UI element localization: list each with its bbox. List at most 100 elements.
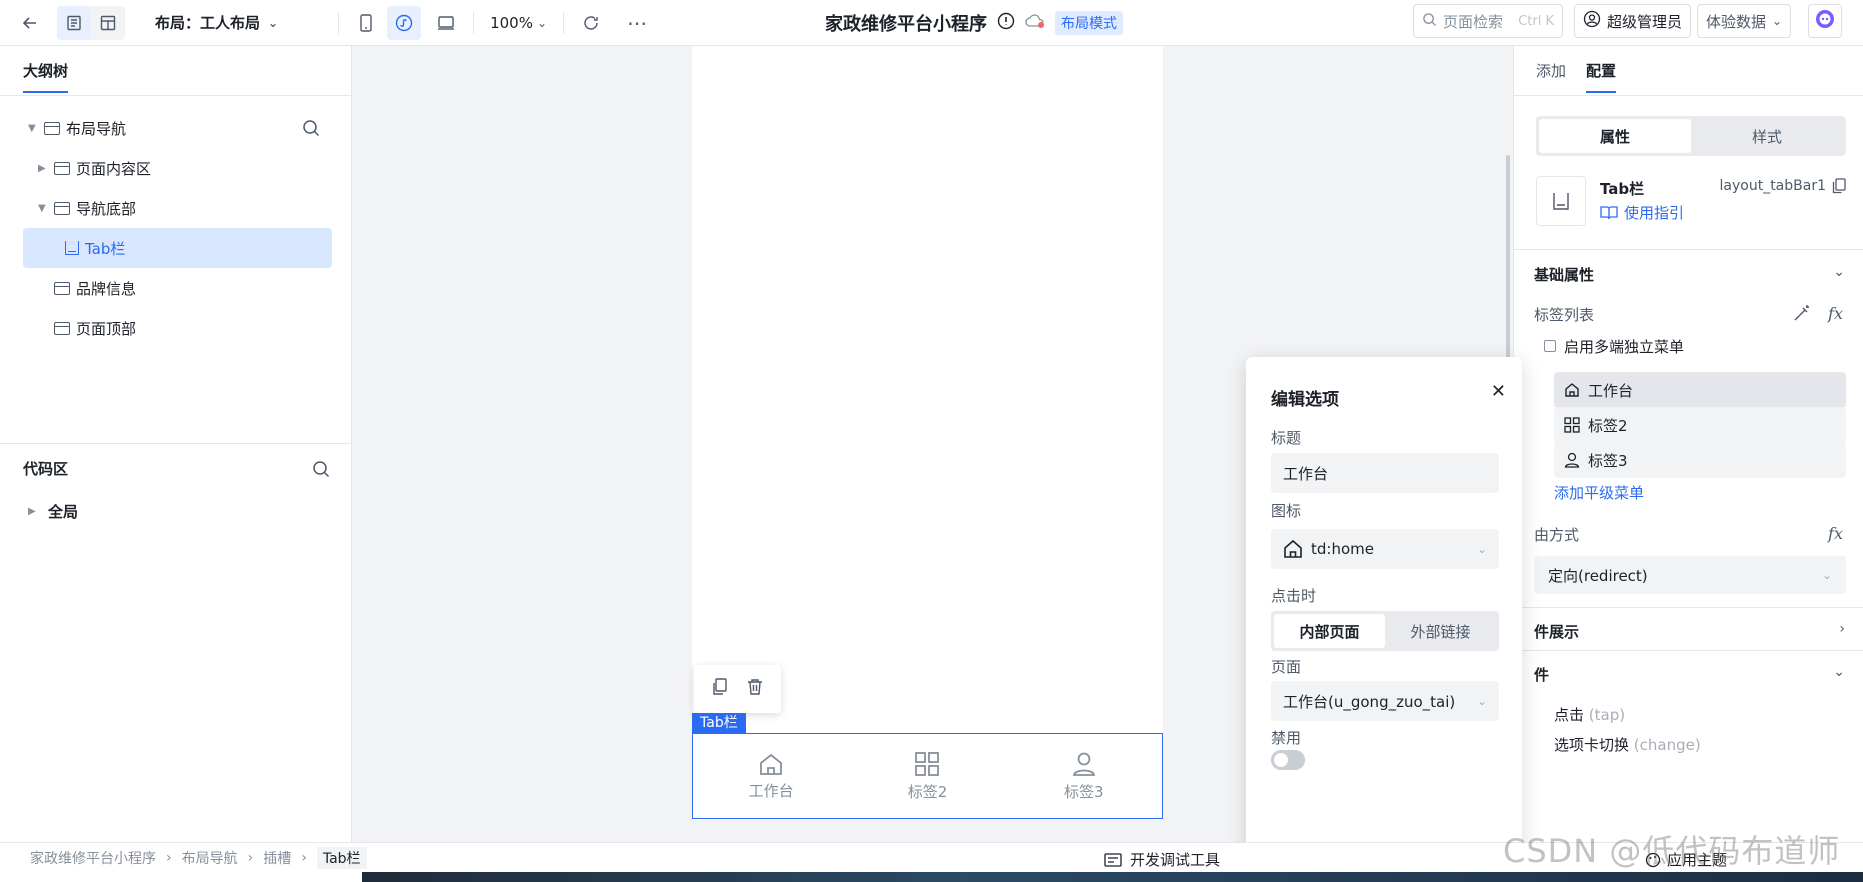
popup-title: 编辑选项 <box>1271 390 1339 410</box>
chevron-right-icon: › <box>301 849 307 866</box>
icon-select[interactable]: td:home ⌄ <box>1271 529 1499 569</box>
breadcrumb-item[interactable]: 布局导航 <box>182 848 238 868</box>
multi-menu-checkbox[interactable] <box>1544 340 1556 352</box>
tree-node-brand-info[interactable]: 品牌信息 <box>54 268 136 308</box>
property-style-switch: 属性 样式 <box>1536 116 1846 156</box>
display-section-title[interactable]: 件展示 <box>1534 621 1579 642</box>
breadcrumb-item[interactable]: Tab栏 <box>316 846 367 869</box>
outline-view-icon[interactable] <box>57 5 91 40</box>
delete-icon[interactable] <box>747 678 763 700</box>
tabbar-item-label: 标签3 <box>1064 782 1104 801</box>
tree-node-page-content[interactable]: ▶ 页面内容区 <box>38 148 151 188</box>
copy-icon[interactable] <box>712 678 728 700</box>
chevron-right-icon: › <box>247 849 254 866</box>
tree-node-page-header[interactable]: 页面顶部 <box>54 308 136 348</box>
tab-properties[interactable]: 属性 <box>1539 119 1691 153</box>
tab-styles[interactable]: 样式 <box>1691 119 1843 153</box>
tabbar-preview[interactable]: 工作台 标签2 标签3 <box>692 733 1163 819</box>
component-id: layout_tabBar1 <box>1720 178 1846 194</box>
tab-add[interactable]: 添加 <box>1536 60 1566 93</box>
chevron-down-icon: ⌄ <box>268 15 279 30</box>
search-icon[interactable] <box>302 119 320 137</box>
search-shortcut: Ctrl K <box>1518 13 1554 29</box>
info-icon[interactable] <box>997 12 1015 35</box>
chevron-right-icon[interactable]: › <box>1839 621 1845 637</box>
tab-outline-tree[interactable]: 大纲树 <box>23 60 69 93</box>
layout-selector[interactable]: 布局：工人布局 ⌄ <box>155 12 278 33</box>
ai-assistant-button[interactable] <box>1808 4 1842 38</box>
container-icon <box>54 201 70 215</box>
top-toolbar: 布局：工人布局 ⌄ 100% ⌄ ⋯ 家政维修平台小程序 布局模式 页面检索 C… <box>0 0 1863 46</box>
tabbar-item-tag2[interactable]: 标签2 <box>849 734 1005 818</box>
event-change[interactable]: 选项卡切换 (change) <box>1554 734 1701 755</box>
option-item-workbench[interactable]: 工作台 <box>1554 372 1846 408</box>
divider <box>563 11 565 34</box>
breadcrumb-item[interactable]: 插槽 <box>263 848 291 868</box>
disabled-toggle[interactable] <box>1271 750 1305 770</box>
container-icon <box>54 281 70 295</box>
more-icon[interactable]: ⋯ <box>620 6 654 40</box>
desktop-taskbar-strip <box>362 872 1863 882</box>
tree-node-label: Tab栏 <box>85 239 126 258</box>
page-field-label: 页面 <box>1271 658 1302 676</box>
back-arrow-icon[interactable] <box>13 6 47 40</box>
breadcrumb-item[interactable]: 家政维修平台小程序 <box>30 848 156 868</box>
jump-mode-select[interactable]: 定向(redirect) ⌄ <box>1534 556 1846 594</box>
desktop-device-icon[interactable] <box>429 6 463 40</box>
tabbar-item-label: 工作台 <box>748 781 794 800</box>
tab-config[interactable]: 配置 <box>1586 60 1617 93</box>
tree-node-label: 导航底部 <box>76 199 137 218</box>
chevron-down-icon[interactable]: ⌄ <box>1833 664 1845 680</box>
tree-node-layout-nav[interactable]: ▼ 布局导航 <box>28 108 126 148</box>
layout-view-icon[interactable] <box>91 6 125 40</box>
add-sibling-menu-link[interactable]: 添加平级菜单 <box>1554 482 1644 503</box>
caret-down-icon[interactable]: ▼ <box>28 123 38 134</box>
caret-right-icon[interactable]: ▶ <box>38 163 48 174</box>
page-search-input[interactable]: 页面检索 Ctrl K <box>1413 4 1563 38</box>
caret-down-icon[interactable]: ▼ <box>38 203 48 214</box>
jump-mode-value: 定向(redirect) <box>1548 566 1648 585</box>
external-link-option[interactable]: 外部链接 <box>1385 614 1496 648</box>
refresh-icon[interactable] <box>574 6 608 40</box>
layout-selector-label: 布局：工人布局 <box>155 14 261 32</box>
usage-guide-link[interactable]: 使用指引 <box>1600 202 1684 223</box>
basic-properties-title[interactable]: 基础属性 <box>1534 264 1594 285</box>
tree-node-tabbar[interactable]: Tab栏 <box>23 228 332 268</box>
option-item-tag2[interactable]: 标签2 <box>1554 407 1846 443</box>
fx-icon[interactable]: fx <box>1828 524 1843 543</box>
mobile-device-icon[interactable] <box>349 6 383 40</box>
chevron-down-icon[interactable]: ⌄ <box>1833 264 1845 280</box>
internal-page-option[interactable]: 内部页面 <box>1274 614 1385 648</box>
user-icon <box>1564 452 1580 468</box>
event-tap[interactable]: 点击 (tap) <box>1554 704 1625 725</box>
devtools-button[interactable]: 开发调试工具 <box>1104 849 1220 870</box>
chevron-down-icon: ⌄ <box>1772 14 1783 28</box>
search-icon[interactable] <box>312 460 330 478</box>
chevron-down-icon: ⌄ <box>1476 694 1487 708</box>
event-section-title[interactable]: 件 <box>1534 664 1549 685</box>
fx-icon[interactable]: fx <box>1828 304 1843 323</box>
miniprogram-device-icon[interactable] <box>387 5 422 40</box>
chevron-down-icon: ⌄ <box>1821 568 1832 582</box>
caret-right-icon[interactable]: ▶ <box>28 506 38 517</box>
layout-mode-badge: 布局模式 <box>1055 11 1123 35</box>
divider <box>338 11 340 34</box>
admin-label: 超级管理员 <box>1607 12 1683 31</box>
page-select[interactable]: 工作台(u_gong_zuo_tai) ⌄ <box>1271 681 1499 721</box>
magic-wand-icon[interactable] <box>1793 304 1811 326</box>
container-icon <box>44 121 60 135</box>
title-input[interactable]: 工作台 <box>1271 453 1499 493</box>
devtools-label: 开发调试工具 <box>1130 851 1221 869</box>
tabbar-item-tag3[interactable]: 标签3 <box>1006 734 1162 818</box>
admin-button[interactable]: 超级管理员 <box>1574 4 1692 38</box>
close-icon[interactable]: ✕ <box>1491 381 1506 402</box>
option-item-tag3[interactable]: 标签3 <box>1554 442 1846 478</box>
copy-icon[interactable] <box>1832 178 1846 194</box>
click-target-switch: 内部页面 外部链接 <box>1271 611 1499 651</box>
event-tap-code: (tap) <box>1588 706 1626 724</box>
zoom-selector[interactable]: 100% ⌄ <box>490 14 547 32</box>
tree-node-nav-bottom[interactable]: ▼ 导航底部 <box>38 188 136 228</box>
experience-data-button[interactable]: 体验数据 ⌄ <box>1697 4 1792 38</box>
code-node-global[interactable]: ▶ 全局 <box>28 501 78 522</box>
tabbar-item-workbench[interactable]: 工作台 <box>693 734 849 818</box>
